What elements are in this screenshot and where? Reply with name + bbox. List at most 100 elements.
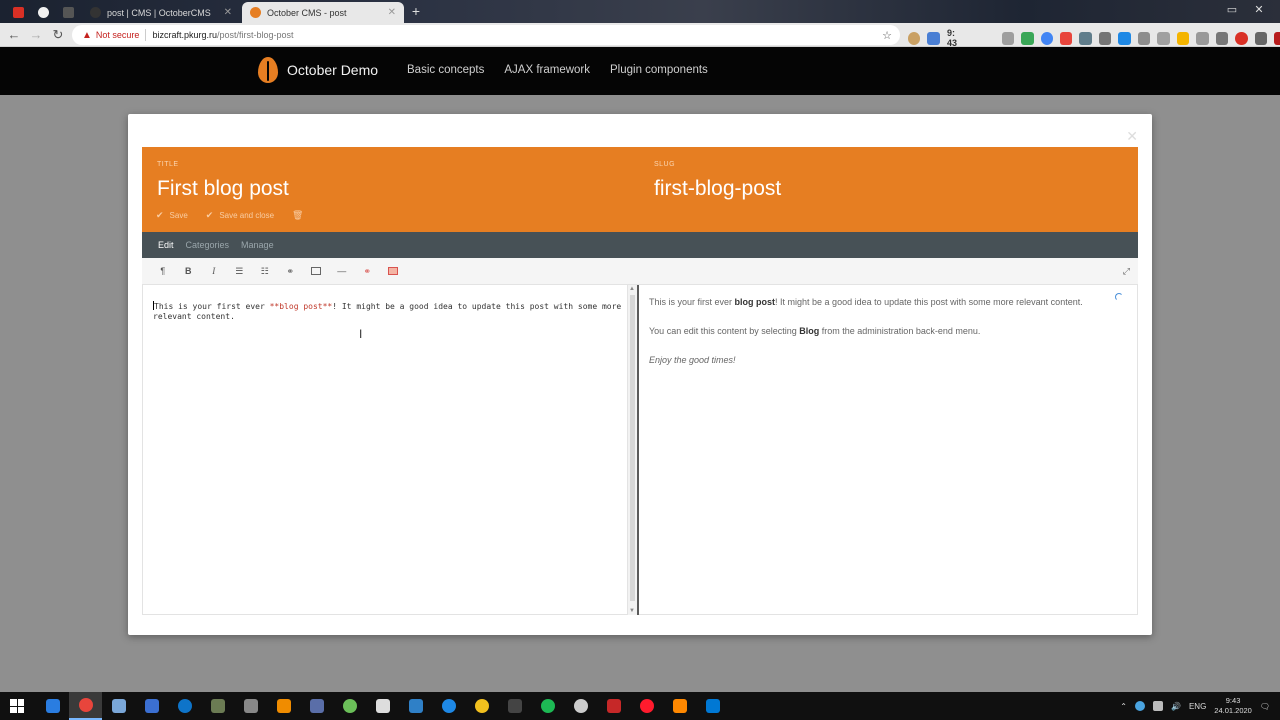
- taskbar-app[interactable]: [201, 692, 234, 720]
- back-icon[interactable]: ←: [6, 27, 22, 43]
- taskbar-app[interactable]: [168, 692, 201, 720]
- taskbar-chrome[interactable]: [69, 692, 102, 720]
- tab-gmail[interactable]: [6, 2, 30, 23]
- windows-start-icon[interactable]: [10, 699, 24, 713]
- brand[interactable]: October Demo: [258, 57, 378, 83]
- taskbar-app[interactable]: [531, 692, 564, 720]
- tab-categories[interactable]: Categories: [186, 240, 230, 250]
- extension-icon[interactable]: [1274, 31, 1280, 45]
- markdown-text[interactable]: This is your first ever **blog post**! I…: [153, 301, 623, 322]
- scroll-up-icon[interactable]: ▲: [629, 286, 635, 292]
- shield-icon[interactable]: [1021, 31, 1034, 45]
- tab-manage[interactable]: Manage: [241, 240, 274, 250]
- check-icon: ✔: [205, 210, 214, 220]
- horizontal-rule-icon[interactable]: —: [329, 266, 355, 276]
- scrollbar-thumb[interactable]: [630, 295, 635, 601]
- tab-post-cms[interactable]: post | CMS | OctoberCMS ✕: [82, 2, 240, 23]
- translate-icon[interactable]: [927, 31, 940, 45]
- taskbar-app[interactable]: [267, 692, 300, 720]
- system-clock[interactable]: 9:43 24.01.2020: [1214, 696, 1252, 716]
- bold-icon[interactable]: B: [176, 266, 202, 276]
- pencil-icon[interactable]: [1098, 31, 1112, 45]
- volume-icon[interactable]: 🔊: [1171, 702, 1181, 711]
- reload-icon[interactable]: ↻: [50, 27, 66, 43]
- close-icon[interactable]: ✕: [382, 7, 396, 18]
- fullscreen-icon[interactable]: ⤢: [1123, 266, 1130, 277]
- close-icon[interactable]: ✕: [218, 7, 232, 18]
- editor-scrollbar[interactable]: ▲ ▼: [627, 285, 637, 615]
- taskbar-app[interactable]: [630, 692, 663, 720]
- ordered-list-icon[interactable]: ☷: [252, 266, 278, 277]
- extension-icon[interactable]: [1254, 31, 1268, 45]
- forward-icon[interactable]: →: [28, 27, 44, 43]
- save-and-close-button[interactable]: ✔ Save and close: [206, 210, 274, 221]
- taskbar-app[interactable]: [498, 692, 531, 720]
- scroll-down-icon[interactable]: ▼: [629, 608, 635, 614]
- italic-icon[interactable]: I: [201, 266, 227, 276]
- taskbar-app[interactable]: [465, 692, 498, 720]
- markdown-editor[interactable]: This is your first ever **blog post**! I…: [142, 285, 637, 615]
- taskbar-app[interactable]: [300, 692, 333, 720]
- image-icon[interactable]: [311, 267, 321, 275]
- app-icon: [243, 699, 258, 713]
- nav-basic-concepts[interactable]: Basic concepts: [407, 64, 484, 76]
- link-icon[interactable]: ⚭: [278, 266, 304, 277]
- new-tab-button[interactable]: +: [408, 3, 424, 19]
- loading-spinner-icon: [1115, 293, 1123, 301]
- save-button[interactable]: ✔ Save: [156, 210, 188, 221]
- extension-icon[interactable]: [908, 31, 921, 45]
- address-bar[interactable]: ▲ Not secure bizcraft.pkurg.ru /post/fir…: [72, 25, 900, 45]
- taskbar-download[interactable]: [36, 692, 69, 720]
- extension-icon[interactable]: [1079, 31, 1092, 45]
- extension-icon[interactable]: [1196, 31, 1209, 45]
- extension-icon[interactable]: [1001, 31, 1015, 45]
- tab-label: October CMS - post: [267, 7, 347, 18]
- taskbar-app[interactable]: [564, 692, 597, 720]
- slug-field[interactable]: first-blog-post: [654, 177, 781, 201]
- delete-trash-icon[interactable]: 🗑: [292, 210, 303, 221]
- taskbar-app[interactable]: [135, 692, 168, 720]
- tray-icon[interactable]: [1134, 701, 1145, 711]
- site-header: October Demo Basic concepts AJAX framewo…: [0, 47, 1280, 95]
- github-icon: [62, 7, 74, 18]
- nav-ajax-framework[interactable]: AJAX framework: [504, 64, 590, 76]
- extension-icon[interactable]: [1176, 31, 1190, 45]
- tab-github[interactable]: [56, 2, 80, 23]
- title-field[interactable]: First blog post: [157, 177, 289, 201]
- media-image-icon[interactable]: [388, 267, 398, 275]
- tab-edit[interactable]: Edit: [158, 240, 174, 250]
- taskbar-app[interactable]: [696, 692, 729, 720]
- chrome-icon[interactable]: [1040, 31, 1054, 45]
- form-header: TITLE First blog post SLUG first-blog-po…: [142, 147, 1138, 232]
- unordered-list-icon[interactable]: ☰: [227, 266, 253, 277]
- taskbar-app[interactable]: [597, 692, 630, 720]
- taskbar-app[interactable]: [234, 692, 267, 720]
- extension-icon[interactable]: [1060, 31, 1073, 45]
- extension-icon[interactable]: [1215, 31, 1229, 45]
- taskbar-app[interactable]: [399, 692, 432, 720]
- extension-icon[interactable]: [1137, 31, 1151, 45]
- paragraph-icon[interactable]: ¶: [150, 266, 176, 276]
- taskbar-app[interactable]: [102, 692, 135, 720]
- extension-icon[interactable]: [1235, 31, 1248, 45]
- nav-plugin-components[interactable]: Plugin components: [610, 64, 708, 76]
- language-indicator[interactable]: ENG: [1189, 702, 1206, 711]
- tab-web[interactable]: [31, 2, 55, 23]
- tray-chevron-icon[interactable]: ⌃: [1120, 702, 1127, 711]
- taskbar-app[interactable]: [366, 692, 399, 720]
- close-window-icon[interactable]: ✕: [1252, 3, 1266, 16]
- tab-october-post[interactable]: October CMS - post ✕: [242, 2, 404, 23]
- extension-icon[interactable]: [1118, 31, 1131, 45]
- close-icon[interactable]: ✕: [1126, 128, 1138, 145]
- app-icon: [606, 699, 621, 713]
- notifications-icon[interactable]: 🗨: [1260, 702, 1270, 711]
- bookmark-star-icon[interactable]: ☆: [882, 29, 892, 42]
- network-icon[interactable]: [1152, 701, 1163, 711]
- taskbar-app[interactable]: [663, 692, 696, 720]
- minimize-icon[interactable]: ▭: [1225, 3, 1239, 16]
- taskbar-app[interactable]: [333, 692, 366, 720]
- extension-icon[interactable]: [1157, 31, 1170, 45]
- media-link-icon[interactable]: ⚭: [355, 266, 381, 277]
- taskbar-app[interactable]: [432, 692, 465, 720]
- preview-paragraph: You can edit this content by selecting B…: [649, 326, 981, 336]
